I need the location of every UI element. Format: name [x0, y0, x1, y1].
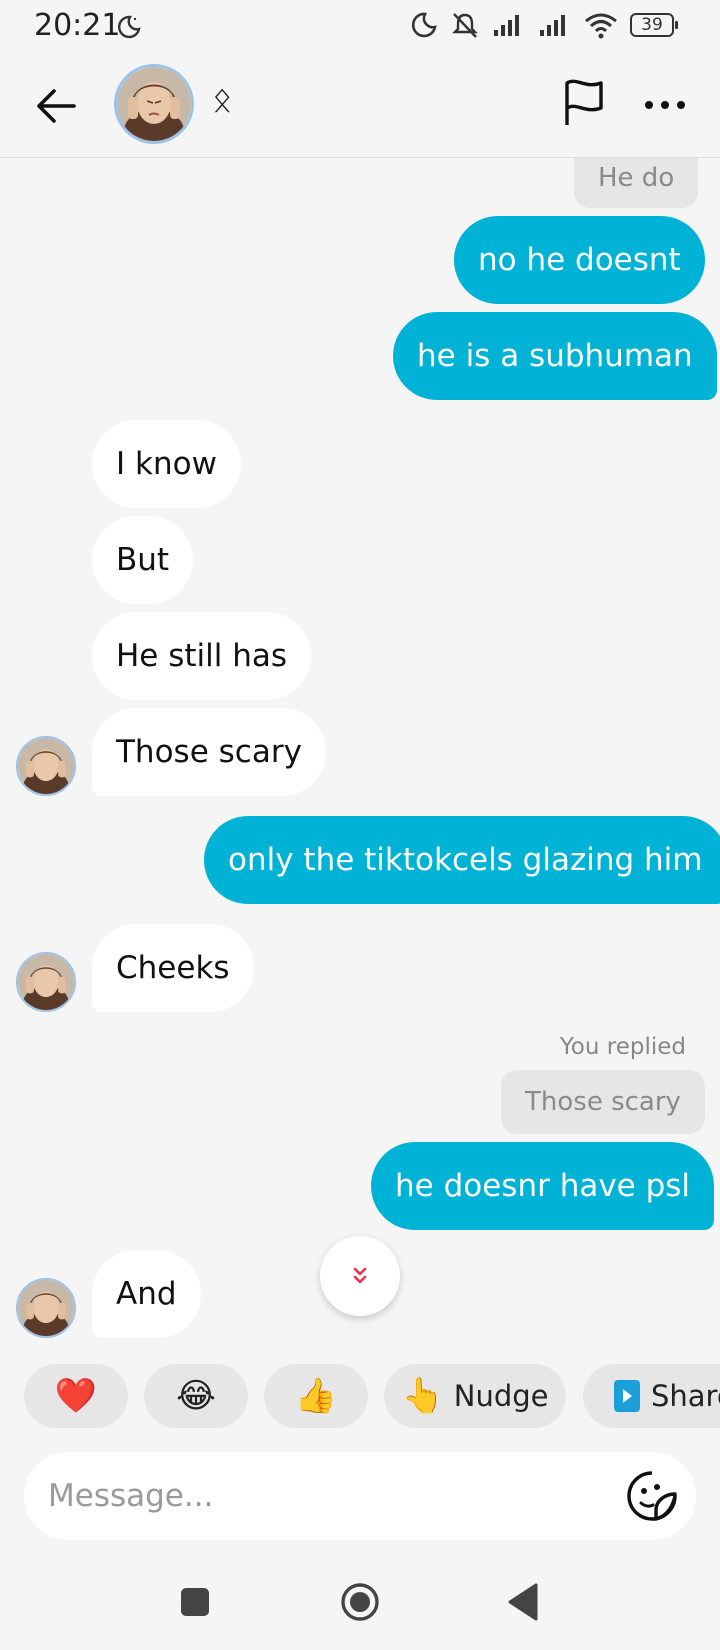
more-icon[interactable] — [642, 90, 688, 120]
avatar-portrait-icon — [18, 1280, 74, 1336]
pointing-hand-emoji-icon: 👆 — [401, 1376, 444, 1416]
contact-avatar-small[interactable] — [16, 1278, 76, 1338]
avatar-portrait-icon — [18, 738, 74, 794]
nav-recents-icon[interactable] — [181, 1588, 209, 1616]
flag-icon[interactable] — [562, 78, 606, 128]
incoming-message[interactable]: But — [92, 516, 194, 604]
incoming-message[interactable]: I know — [92, 420, 241, 508]
nudge-button[interactable]: 👆 Nudge — [384, 1364, 566, 1428]
share-icon — [614, 1380, 640, 1412]
chat-header: ᛟ — [0, 54, 720, 158]
contact-avatar[interactable] — [114, 64, 194, 144]
sticker-icon[interactable] — [626, 1470, 678, 1522]
incoming-message[interactable]: And — [92, 1250, 201, 1338]
scroll-down-button[interactable] — [320, 1236, 400, 1316]
heart-emoji-icon: ❤️ — [54, 1376, 98, 1416]
nudge-label: Nudge — [453, 1379, 549, 1413]
reaction-heart[interactable]: ❤️ — [24, 1364, 128, 1428]
outgoing-message[interactable]: no he doesnt — [454, 216, 705, 304]
contact-avatar-small[interactable] — [16, 736, 76, 796]
signal-2-icon — [540, 15, 565, 36]
status-time: 20:21 — [34, 8, 121, 43]
status-icons: 39 — [410, 10, 678, 40]
incoming-message[interactable]: Those scary — [92, 708, 326, 796]
back-arrow-icon[interactable] — [34, 84, 78, 128]
contact-status-glyph: ᛟ — [212, 80, 233, 120]
quoted-message[interactable]: He do — [574, 158, 699, 208]
incoming-message[interactable]: Cheeks — [92, 924, 254, 1012]
share-button[interactable]: Share — [583, 1364, 720, 1428]
wifi-icon — [585, 13, 617, 39]
status-bar: 20:21 39 — [0, 0, 720, 54]
outgoing-message[interactable]: only the tiktokcels glazing him — [204, 816, 720, 904]
outgoing-message[interactable]: he is a subhuman — [393, 312, 717, 400]
nav-back-icon[interactable] — [506, 1582, 540, 1622]
moon-icon — [411, 12, 437, 38]
outgoing-message[interactable]: he doesnr have psl — [371, 1142, 715, 1230]
muted-bell-icon — [452, 13, 478, 38]
nav-home-icon[interactable] — [340, 1582, 380, 1622]
avatar-portrait-icon — [117, 67, 191, 141]
message-input[interactable] — [48, 1452, 608, 1540]
laughing-emoji-icon: 😂 — [176, 1376, 216, 1416]
incoming-message[interactable]: He still has — [92, 612, 312, 700]
share-label: Share — [651, 1379, 720, 1413]
reply-quote[interactable]: Those scary — [501, 1070, 705, 1134]
battery-level: 39 — [641, 15, 663, 35]
thumbs-up-emoji-icon: 👍 — [294, 1376, 338, 1416]
system-nav-bar — [0, 1560, 720, 1650]
message-composer — [24, 1452, 696, 1540]
battery-icon: 39 — [630, 13, 678, 37]
reaction-laugh[interactable]: 😂 — [144, 1364, 248, 1428]
do-not-disturb-moon-icon — [118, 15, 141, 39]
avatar-portrait-icon — [18, 954, 74, 1010]
contact-avatar-small[interactable] — [16, 952, 76, 1012]
reaction-thumbs-up[interactable]: 👍 — [264, 1364, 368, 1428]
reply-label: You replied — [559, 1034, 686, 1060]
signal-1-icon — [494, 15, 519, 36]
scroll-down-icon — [353, 1267, 367, 1284]
